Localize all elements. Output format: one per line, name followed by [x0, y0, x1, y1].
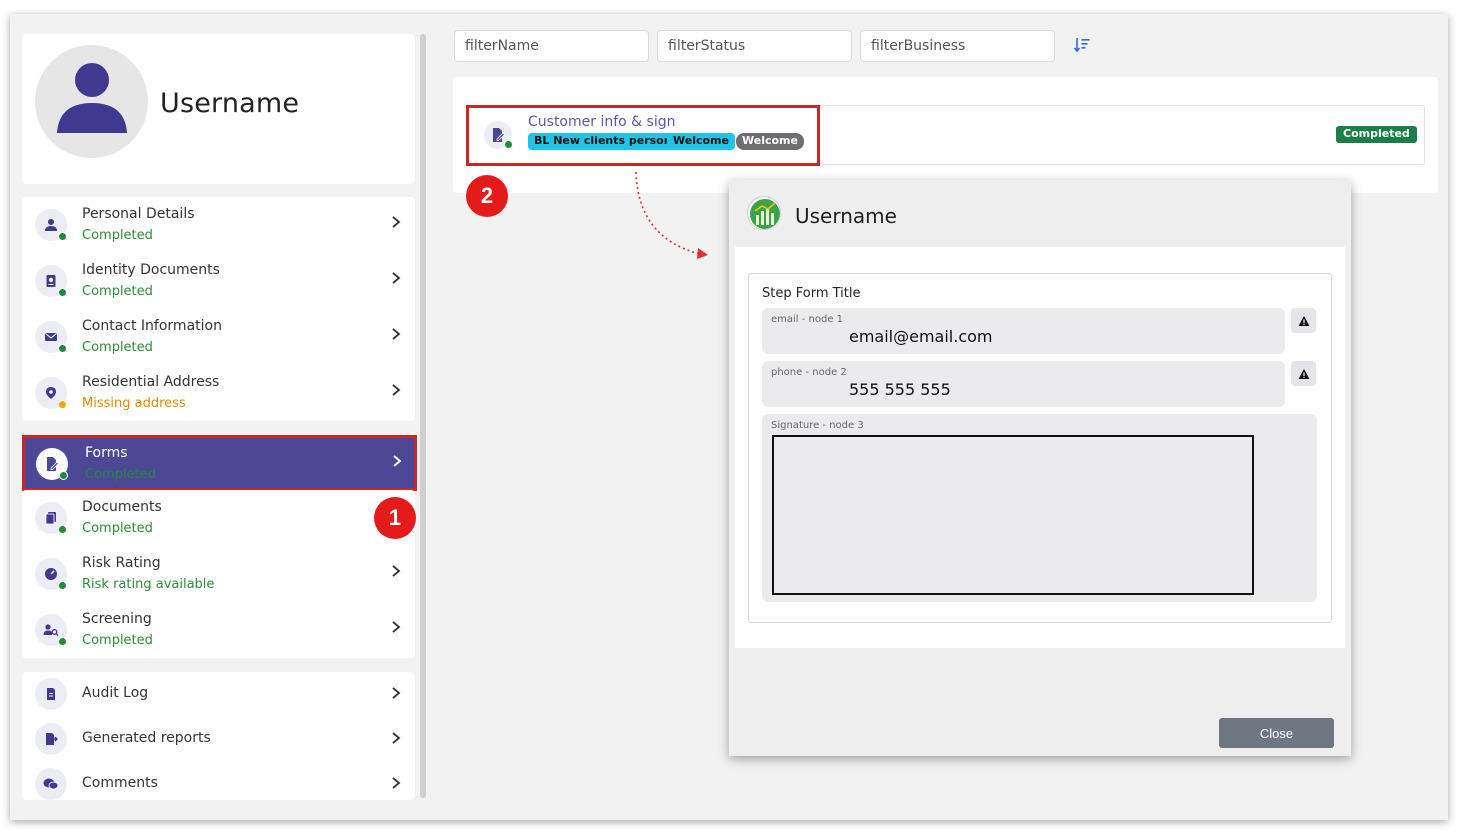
- sidebar-item-status: Completed: [82, 633, 153, 648]
- sidebar-item-audit-log[interactable]: Audit Log: [22, 672, 415, 716]
- report-export-icon: [35, 723, 67, 755]
- sidebar-item-status: Completed: [82, 340, 153, 355]
- sidebar-item-forms[interactable]: Forms Completed: [22, 435, 417, 491]
- modal-body: Step Form Title email - node 1 email@ema…: [735, 247, 1345, 648]
- profile-card: Username: [22, 34, 415, 184]
- sidebar-item-contact-information[interactable]: Contact Information Completed: [22, 309, 415, 365]
- status-dot: [58, 344, 67, 353]
- field-value: 555 555 555: [849, 380, 951, 399]
- sidebar-item-label: Audit Log: [82, 685, 149, 701]
- step-form-title: Step Form Title: [762, 286, 861, 301]
- company-logo-icon: [747, 196, 781, 230]
- chevron-right-icon: [392, 384, 401, 396]
- sidebar-item-label: Screening: [82, 611, 152, 627]
- sidebar-item-label: Generated reports: [82, 730, 211, 746]
- status-dot: [58, 288, 67, 297]
- sidebar-item-screening[interactable]: Screening Completed: [22, 602, 415, 658]
- email-field[interactable]: email - node 1 email@email.com: [762, 308, 1285, 354]
- sidebar-item-label: Personal Details: [82, 206, 195, 222]
- status-badge: Completed: [1336, 126, 1417, 143]
- sidebar-item-status: Completed: [82, 521, 153, 536]
- field-label: Signature - node 3: [771, 420, 864, 431]
- status-dot: [58, 525, 67, 534]
- sidebar-item-comments[interactable]: Comments: [22, 762, 415, 802]
- close-button[interactable]: Close: [1219, 718, 1334, 748]
- filter-name-input[interactable]: filterName: [454, 30, 649, 62]
- signature-field: Signature - node 3: [762, 414, 1317, 602]
- sidebar-item-status: Completed: [82, 284, 153, 299]
- sort-icon[interactable]: [1073, 36, 1091, 54]
- audit-log-icon: [35, 678, 67, 710]
- sidebar-scrollbar[interactable]: [420, 34, 426, 798]
- sidebar-item-risk-rating[interactable]: Risk Rating Risk rating available: [22, 546, 415, 602]
- sidebar-item-label: Risk Rating: [82, 555, 161, 571]
- sidebar-item-residential-address[interactable]: Residential Address Missing address: [22, 365, 415, 421]
- sidebar-item-generated-reports[interactable]: Generated reports: [22, 717, 415, 761]
- chevron-right-icon: [392, 328, 401, 340]
- warning-icon[interactable]: [1291, 361, 1316, 386]
- filter-business-input[interactable]: filterBusiness: [860, 30, 1055, 62]
- sidebar-item-status: Completed: [82, 228, 153, 243]
- chevron-right-icon: [392, 565, 401, 577]
- comments-icon: [35, 768, 67, 800]
- signature-pad[interactable]: [772, 435, 1254, 595]
- status-dot: [58, 400, 67, 409]
- chevron-right-icon: [392, 732, 401, 744]
- callout-badge-1: 1: [374, 497, 416, 539]
- profile-username: Username: [160, 88, 300, 119]
- status-dot: [58, 232, 67, 241]
- sidebar-group-review: Documents Completed Risk Rating Risk rat…: [22, 490, 415, 658]
- sidebar-item-label: Forms: [85, 445, 128, 461]
- warning-icon[interactable]: [1291, 308, 1316, 333]
- phone-field[interactable]: phone - node 2 555 555 555: [762, 361, 1285, 407]
- filter-status-input[interactable]: filterStatus: [657, 30, 852, 62]
- modal-title: Username: [795, 204, 897, 228]
- sidebar-item-label: Comments: [82, 775, 158, 791]
- status-dot: [59, 471, 68, 480]
- sidebar-item-status: Missing address: [82, 396, 186, 411]
- sidebar-group-kyc: Personal Details Completed Identity Docu…: [22, 197, 415, 421]
- sidebar-item-label: Residential Address: [82, 374, 220, 390]
- callout-arrow: [635, 171, 708, 259]
- avatar: [35, 45, 148, 158]
- sidebar-item-status: Completed: [85, 467, 156, 482]
- chevron-right-icon: [392, 621, 401, 633]
- chevron-right-icon: [392, 687, 401, 699]
- form-preview-modal: Username Step Form Title email - node 1 …: [729, 180, 1351, 756]
- sidebar-item-status: Risk rating available: [82, 577, 215, 592]
- chevron-right-icon: [392, 216, 401, 228]
- step-form: Step Form Title email - node 1 email@ema…: [748, 273, 1332, 623]
- sidebar-group-tools: Audit Log Generated reports Comments: [22, 672, 415, 800]
- field-label: email - node 1: [771, 314, 844, 325]
- highlight-box: [466, 105, 820, 166]
- sidebar-item-documents[interactable]: Documents Completed: [22, 490, 415, 546]
- status-dot: [58, 581, 67, 590]
- sidebar-item-label: Documents: [82, 499, 162, 515]
- sidebar-item-identity-documents[interactable]: Identity Documents Completed: [22, 253, 415, 309]
- sidebar-item-label: Identity Documents: [82, 262, 220, 278]
- status-dot: [58, 637, 67, 646]
- sidebar-item-personal-details[interactable]: Personal Details Completed: [22, 197, 415, 253]
- field-value: email@email.com: [849, 327, 993, 346]
- sidebar-item-label: Contact Information: [82, 318, 222, 334]
- user-avatar-icon: [57, 63, 127, 133]
- callout-badge-2: 2: [466, 175, 508, 217]
- chevron-right-icon: [392, 272, 401, 284]
- field-label: phone - node 2: [771, 367, 847, 378]
- chevron-right-icon: [392, 777, 401, 789]
- chevron-right-icon: [393, 455, 402, 467]
